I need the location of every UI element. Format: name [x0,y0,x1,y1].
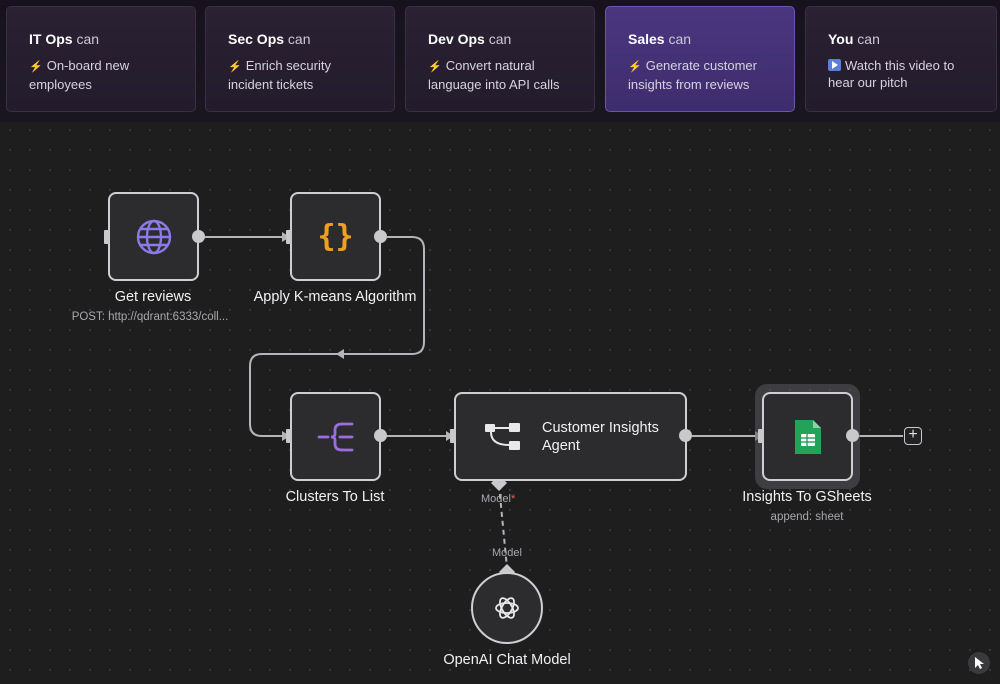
input-port[interactable] [286,230,292,244]
node-customer-insights-agent[interactable]: Customer Insights Agent [454,392,687,481]
split-list-icon [317,422,353,451]
output-port[interactable] [374,429,387,442]
node-label: Apply K-means Algorithm [253,289,417,305]
agent-title: Customer Insights Agent [542,419,659,454]
cursor-arrow-icon [975,657,984,669]
output-port[interactable] [374,230,387,243]
model-port-label: Model* [481,493,516,505]
input-port[interactable] [450,429,456,443]
node-sublabel: append: sheet [770,511,844,523]
output-port[interactable] [679,429,692,442]
node-label: Get reviews [114,289,192,305]
code-braces-icon: {} [317,219,354,254]
add-node-button[interactable]: + [904,427,922,445]
openai-icon [495,597,519,619]
node-insights-to-gsheets[interactable] [762,392,853,481]
cursor-mode-button[interactable] [968,652,990,674]
node-label: Clusters To List [285,489,385,505]
connection-label: Model [492,547,522,559]
node-get-reviews[interactable] [108,192,199,281]
globe-icon [136,219,171,254]
node-openai-chat-model[interactable] [471,572,543,644]
node-sublabel: POST: http://qdrant:6333/coll... [71,311,229,323]
output-port[interactable] [846,429,859,442]
google-sheets-icon [794,419,821,454]
input-port[interactable] [286,429,292,443]
node-apply-kmeans[interactable]: {} [290,192,381,281]
node-label: Insights To GSheets [742,489,872,505]
node-label: OpenAI Chat Model [443,652,571,668]
input-port[interactable] [104,230,110,244]
agent-tree-icon [485,422,520,450]
node-clusters-to-list[interactable] [290,392,381,481]
input-port[interactable] [758,429,764,443]
arrow-head [336,349,344,359]
output-port[interactable] [192,230,205,243]
